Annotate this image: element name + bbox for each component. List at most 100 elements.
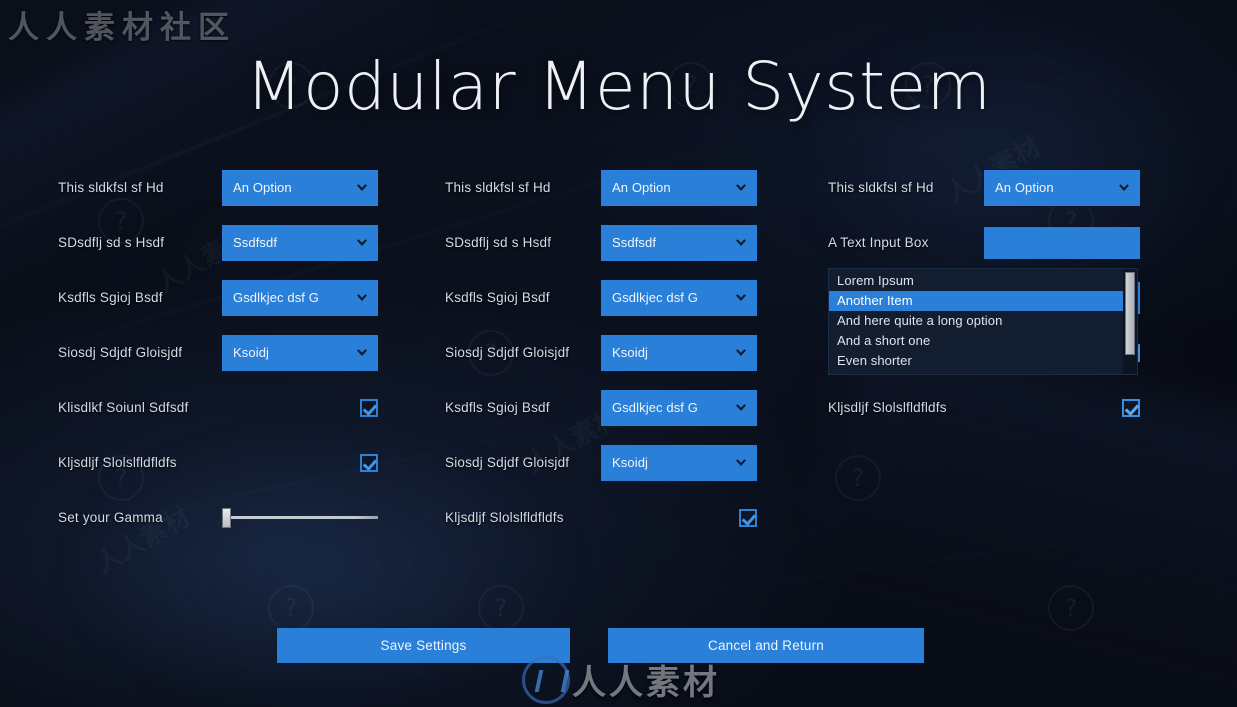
setting-control: Ksoidj [222,334,378,371]
option-listbox[interactable]: Lorem Ipsum Another Item And here quite a … [828,268,1138,375]
settings-row: Ksdfls Sgioj Bsdf Gsdlkjec dsf G [445,270,757,325]
dropdown-value: Ssdfsdf [612,235,657,250]
dropdown-value: Gsdlkjec dsf G [612,290,698,305]
listbox-items: Lorem Ipsum Another Item And here quite a … [829,269,1123,374]
setting-label: Kljsdljf Slolslfldfldfs [445,510,564,525]
setting-control [739,508,757,527]
list-item[interactable]: And here quite a long option [829,311,1123,331]
settings-row: Siosdj Sdjdf Gloisjdf Ksoidj [445,325,757,380]
dropdown-select[interactable]: An Option [984,169,1140,206]
dropdown-value: An Option [995,180,1054,195]
dropdown-select[interactable]: Ksoidj [601,334,757,371]
setting-label: Kljsdljf Slolslfldfldfs [828,400,947,415]
dropdown-value: Ssdfsdf [233,235,278,250]
listbox-scrollbar-thumb[interactable] [1125,272,1135,355]
setting-control: Ssdfsdf [601,224,757,261]
setting-label: Siosdj Sdjdf Gloisjdf [445,345,570,360]
watermark-top-left: 人人素材社区 [8,10,236,46]
setting-control [984,226,1140,259]
setting-control: An Option [222,169,378,206]
setting-control: Gsdlkjec dsf G [601,279,757,316]
setting-control [222,506,378,530]
list-item[interactable]: And a short one [829,331,1123,351]
chevron-down-icon [736,183,746,191]
chevron-down-icon [736,238,746,246]
dropdown-value: Gsdlkjec dsf G [612,400,698,415]
menu-screen: 人人素材 人人素材 人人素材 人人素材 人人素材社区 Modular Menu … [0,0,1237,707]
chevron-down-icon [736,458,746,466]
chevron-down-icon [736,403,746,411]
setting-control: An Option [601,169,757,206]
chevron-down-icon [357,348,367,356]
setting-control: Gsdlkjec dsf G [222,279,378,316]
dropdown-select[interactable]: Gsdlkjec dsf G [601,389,757,426]
setting-control: Ksoidj [601,444,757,481]
dropdown-value: An Option [612,180,671,195]
setting-label: Kljsdljf Slolslfldfldfs [58,455,177,470]
listbox-scrollbar[interactable] [1123,269,1137,374]
dropdown-value: Ksoidj [612,345,649,360]
dropdown-select[interactable]: Gsdlkjec dsf G [601,279,757,316]
setting-control [1122,398,1140,417]
setting-label: Siosdj Sdjdf Gloisjdf [445,455,570,470]
setting-label: Ksdfls Sgioj Bsdf [58,290,163,305]
chevron-down-icon [357,183,367,191]
settings-column-left: This sldkfsl sf Hd An Option SDsdflj sd s … [58,160,378,545]
checkbox-toggle[interactable] [1122,398,1140,417]
text-input[interactable] [984,226,1140,259]
settings-row: This sldkfsl sf Hd An Option [445,160,757,215]
checkbox-toggle[interactable] [360,398,378,417]
settings-row: A Text Input Box [828,215,1140,270]
settings-row: This sldkfsl sf Hd An Option [828,160,1140,215]
page-title: Modular Menu System [245,48,992,125]
setting-label: Set your Gamma [58,510,163,525]
settings-row: Kljsdljf Slolslfldfldfs [445,490,757,545]
settings-row: Kljsdljf Slolslfldfldfs [828,380,1140,435]
list-item[interactable]: Another Item [829,291,1123,311]
setting-label: A Text Input Box [828,235,929,250]
dropdown-select[interactable]: Ksoidj [601,444,757,481]
dropdown-value: Gsdlkjec dsf G [233,290,319,305]
dropdown-select[interactable]: Ksoidj [222,334,378,371]
list-item[interactable]: Even shorter [829,351,1123,371]
gamma-slider[interactable] [222,506,378,530]
checkbox-toggle[interactable] [360,453,378,472]
setting-label: Siosdj Sdjdf Gloisjdf [58,345,183,360]
slider-handle[interactable] [222,507,231,528]
dropdown-select[interactable]: Gsdlkjec dsf G [222,279,378,316]
setting-control: Ssdfsdf [222,224,378,261]
dropdown-select[interactable]: Ssdfsdf [222,224,378,261]
cancel-and-return-button[interactable]: Cancel and Return [608,628,924,663]
chevron-down-icon [736,293,746,301]
checkbox-toggle[interactable] [739,508,757,527]
settings-row: Klisdlkf Soiunl Sdfsdf [58,380,378,435]
settings-row: This sldkfsl sf Hd An Option [58,160,378,215]
setting-label: This sldkfsl sf Hd [445,180,551,195]
watermark-logo-icon [522,656,570,704]
setting-label: SDsdflj sd s Hsdf [445,235,552,250]
dropdown-select[interactable]: An Option [222,169,378,206]
save-settings-button[interactable]: Save Settings [277,628,570,663]
setting-label: This sldkfsl sf Hd [828,180,934,195]
chevron-down-icon [736,348,746,356]
setting-label: Ksdfls Sgioj Bsdf [445,290,550,305]
settings-row: Ksdfls Sgioj Bsdf Gsdlkjec dsf G [58,270,378,325]
setting-control: Ksoidj [601,334,757,371]
settings-row: Kljsdljf Slolslfldfldfs [58,435,378,490]
chevron-down-icon [1119,183,1129,191]
dropdown-value: Ksoidj [233,345,270,360]
settings-row: Siosdj Sdjdf Gloisjdf Ksoidj [58,325,378,380]
dropdown-select[interactable]: An Option [601,169,757,206]
dropdown-select[interactable]: Ssdfsdf [601,224,757,261]
dropdown-value: Ksoidj [612,455,649,470]
settings-column-middle: This sldkfsl sf Hd An Option SDsdflj sd s … [445,160,757,545]
settings-row: SDsdflj sd s Hsdf Ssdfsdf [58,215,378,270]
settings-row: Set your Gamma [58,490,378,545]
setting-label: Klisdlkf Soiunl Sdfsdf [58,400,189,415]
settings-row: Ksdfls Sgioj Bsdf Gsdlkjec dsf G [445,380,757,435]
chevron-down-icon [357,293,367,301]
list-item[interactable]: Lorem Ipsum [829,271,1123,291]
setting-control: An Option [984,169,1140,206]
setting-control [360,398,378,417]
setting-label: SDsdflj sd s Hsdf [58,235,165,250]
